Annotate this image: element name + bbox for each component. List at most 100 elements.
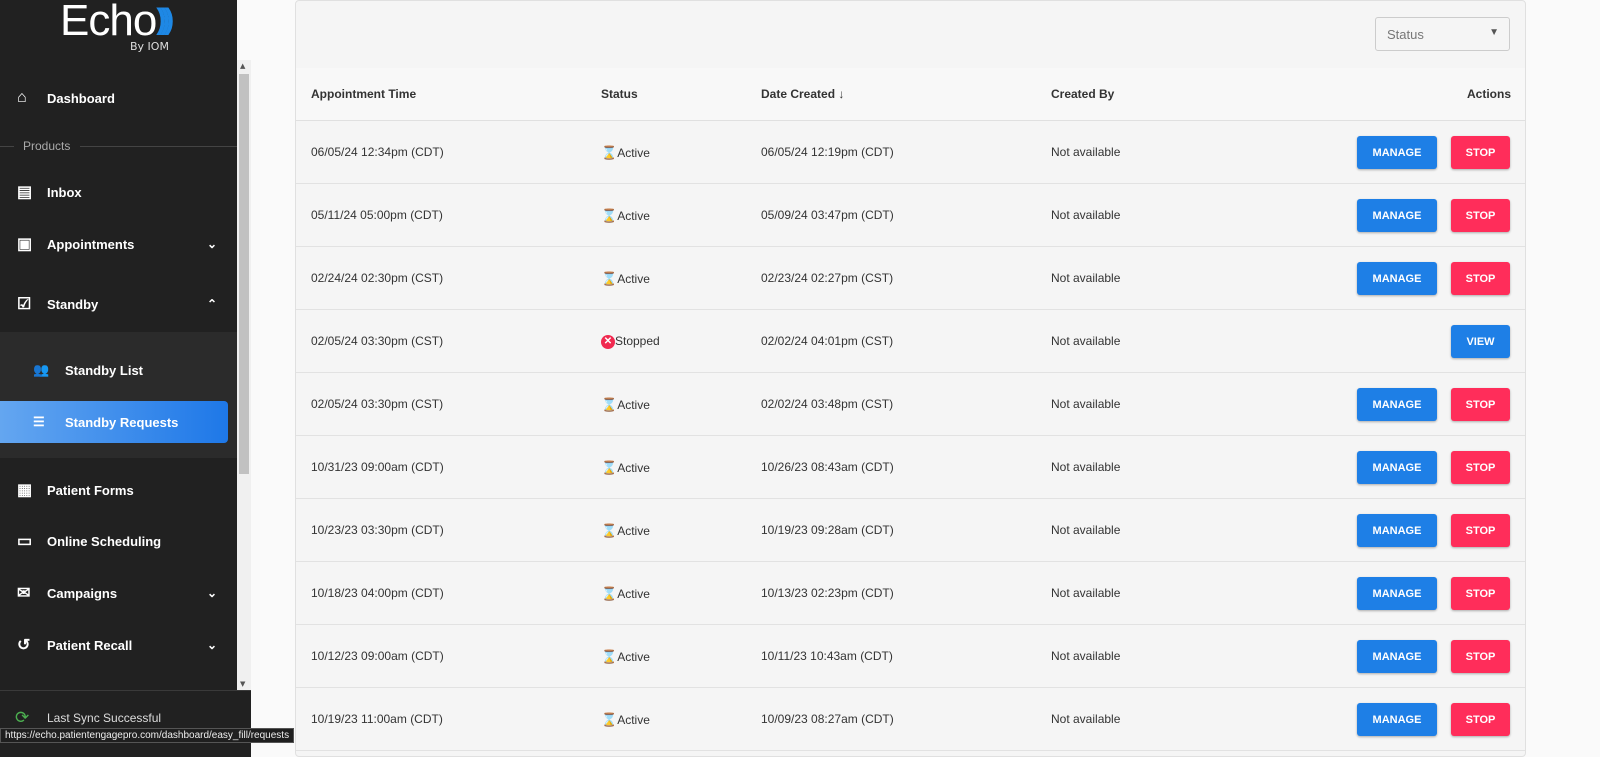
stop-button[interactable]: STOP [1451,136,1510,169]
status-text: Active [617,209,650,223]
chevron-up-icon: ⌃ [206,297,217,311]
table-row: 02/05/24 03:30pm (CST) ⌛Active 02/02/24 … [296,373,1525,436]
stop-button[interactable]: STOP [1451,514,1510,547]
created-by: Not available [1051,460,1121,474]
status-text: Active [617,713,650,727]
manage-button[interactable]: MANAGE [1357,136,1437,169]
hourglass-icon: ⌛ [601,460,618,475]
date-created: 02/02/24 04:01pm (CST) [761,334,894,348]
appointment-time: 02/05/24 03:30pm (CST) [311,334,444,348]
header-actions: Actions [1466,87,1511,101]
appointment-time: 10/31/23 09:00am (CDT) [311,460,444,474]
sync-text: Last Sync Successful [47,711,162,725]
created-by: Not available [1051,649,1121,663]
sidebar-item-label: Appointments [47,236,135,252]
sidebar-item-standby-requests[interactable]: ☰ Standby Requests [0,401,228,443]
sidebar-item-inbox[interactable]: ▤ Inbox [0,166,237,218]
stopped-icon: ✕ [601,334,615,349]
status-filter-select[interactable]: Status ▼ [1375,17,1510,51]
status-text: Active [617,398,650,412]
sidebar-item-label: Inbox [47,184,82,200]
sidebar-item-label: Patient Forms [47,482,134,498]
date-created: 10/26/23 08:43am (CDT) [761,460,894,474]
status-text: Active [617,272,650,286]
hourglass-icon: ⌛ [601,586,618,601]
requests-card: Status ▼ Appointment Time Status Date Cre… [295,0,1526,757]
stop-button[interactable]: STOP [1451,199,1510,232]
hourglass-icon: ⌛ [601,523,618,538]
sidebar-item-label: Standby Requests [65,414,179,430]
date-created: 06/05/24 12:19pm (CDT) [761,145,894,159]
stop-button[interactable]: STOP [1451,388,1510,421]
status-cell: ⌛Active [601,625,650,689]
sidebar-item-label: Online Scheduling [47,533,162,549]
url-status-tooltip: https://echo.patientengagepro.com/dashbo… [0,728,295,743]
sidebar-item-label: Campaigns [47,585,118,601]
sidebar-item-standby[interactable]: ☑ Standby ⌃ [0,278,237,330]
stop-button[interactable]: STOP [1451,262,1510,295]
scrollbar-thumb[interactable] [239,74,249,474]
sync-icon: ⟳ [15,708,30,728]
sync-status: ⟳ Last Sync Successful [0,690,251,757]
header-created-by[interactable]: Created By [1051,68,1114,121]
manage-button[interactable]: MANAGE [1357,703,1437,736]
status-text: Active [617,524,650,538]
manage-button[interactable]: MANAGE [1357,388,1437,421]
form-icon: ▦ [17,482,33,499]
header-appointment-time[interactable]: Appointment Time [311,68,416,121]
header-date-created[interactable]: Date Created ↓ [761,68,844,121]
manage-button[interactable]: MANAGE [1357,640,1437,673]
list-icon: ☰ [33,414,45,429]
view-button[interactable]: VIEW [1451,325,1510,358]
manage-button[interactable]: MANAGE [1357,514,1437,547]
chat-icon: ▤ [17,184,33,201]
appointment-time: 10/18/23 04:00pm (CDT) [311,586,444,600]
appointment-time: 02/05/24 03:30pm (CST) [311,397,444,411]
hourglass-icon: ⌛ [601,145,618,160]
sidebar-item-patient-forms[interactable]: ▦ Patient Forms [0,464,237,516]
stop-button[interactable]: STOP [1451,577,1510,610]
sidebar-item-online-scheduling[interactable]: ▭ Online Scheduling [0,515,237,567]
appointment-time: 10/23/23 03:30pm (CDT) [311,523,444,537]
date-created: 10/11/23 10:43am (CDT) [761,649,893,663]
stop-button[interactable]: STOP [1451,640,1510,673]
appointment-time: 02/24/24 02:30pm (CST) [311,271,444,285]
status-cell: ⌛Active [601,247,650,311]
appointment-time: 05/11/24 05:00pm (CDT) [311,208,443,222]
sidebar-scrollbar[interactable]: ▲ ▼ [237,60,251,690]
stop-button[interactable]: STOP [1451,451,1510,484]
manage-button[interactable]: MANAGE [1357,451,1437,484]
scroll-down-icon[interactable]: ▼ [240,680,245,688]
manage-button[interactable]: MANAGE [1357,262,1437,295]
standby-submenu: 👥 Standby List ☰ Standby Requests [0,332,237,458]
status-text: Active [617,587,650,601]
manage-button[interactable]: MANAGE [1357,199,1437,232]
header-label: Date Created [761,87,836,101]
created-by: Not available [1051,271,1121,285]
sidebar-item-standby-list[interactable]: 👥 Standby List [0,349,228,391]
table-row: 10/31/23 09:00am (CDT) ⌛Active 10/26/23 … [296,436,1525,499]
created-by: Not available [1051,208,1121,222]
header-status[interactable]: Status [601,68,638,121]
created-by: Not available [1051,712,1121,726]
created-by: Not available [1051,397,1121,411]
scroll-up-icon[interactable]: ▲ [240,62,245,70]
manage-button[interactable]: MANAGE [1357,577,1437,610]
status-text: Active [617,146,650,160]
history-icon: ↺ [17,637,31,654]
status-cell: ✕ Stopped [601,310,660,373]
table-row: 05/11/24 05:00pm (CDT) ⌛Active 05/09/24 … [296,184,1525,247]
sidebar-item-dashboard[interactable]: ⌂ Dashboard [0,72,237,124]
status-cell: ⌛Active [601,373,650,437]
sidebar-item-campaigns[interactable]: ✉ Campaigns ⌄ [0,567,237,619]
date-created: 10/19/23 09:28am (CDT) [761,523,894,537]
waves-icon: ))) [156,3,174,36]
stop-button[interactable]: STOP [1451,703,1510,736]
select-placeholder: Status [1387,27,1424,42]
sidebar-item-appointments[interactable]: ▣ Appointments ⌄ [0,218,237,270]
mail-icon: ✉ [17,585,31,602]
created-by: Not available [1051,586,1121,600]
sidebar-item-patient-recall[interactable]: ↺ Patient Recall ⌄ [0,619,237,671]
status-cell: ⌛Active [601,121,650,185]
table-row: 02/05/24 03:30pm (CST) ✕ Stopped 02/02/24… [296,310,1525,373]
